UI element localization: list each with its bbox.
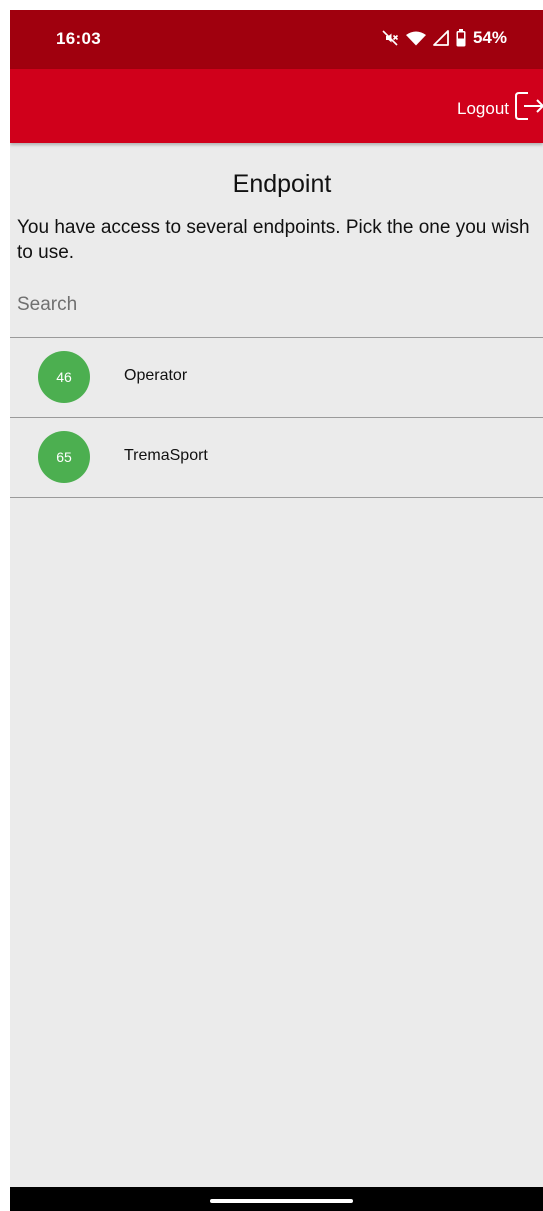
intro-text: You have access to several endpoints. Pi… xyxy=(17,217,530,263)
status-time: 16:03 xyxy=(56,29,101,48)
endpoint-name: TremaSport xyxy=(124,447,208,464)
endpoint-badge: 65 xyxy=(38,431,90,483)
status-icons: 54% xyxy=(381,28,507,48)
app-bar: Logout xyxy=(10,69,543,143)
logout-label: Logout xyxy=(457,98,509,118)
endpoint-list: 46 Operator 65 TremaSport xyxy=(10,338,543,498)
endpoint-name: Operator xyxy=(124,367,188,384)
navigation-bar xyxy=(10,1187,543,1211)
battery-icon xyxy=(456,29,466,47)
logout-button[interactable]: Logout xyxy=(457,91,543,126)
endpoint-badge: 46 xyxy=(38,351,90,403)
battery-percentage: 54% xyxy=(472,28,507,47)
list-item[interactable]: 46 Operator xyxy=(10,338,543,418)
mute-icon xyxy=(381,29,399,47)
list-item[interactable]: 65 TremaSport xyxy=(10,418,543,498)
search-field xyxy=(10,283,543,338)
page-title: Endpoint xyxy=(232,170,332,198)
wifi-icon xyxy=(405,30,426,46)
home-indicator[interactable] xyxy=(210,1199,353,1203)
search-input[interactable] xyxy=(17,291,517,319)
logout-icon xyxy=(515,91,543,126)
signal-icon xyxy=(433,30,449,46)
status-bar: 16:03 54% xyxy=(10,10,543,69)
app-screen: 16:03 54% Logout Endpoint You have acces… xyxy=(10,10,543,1211)
